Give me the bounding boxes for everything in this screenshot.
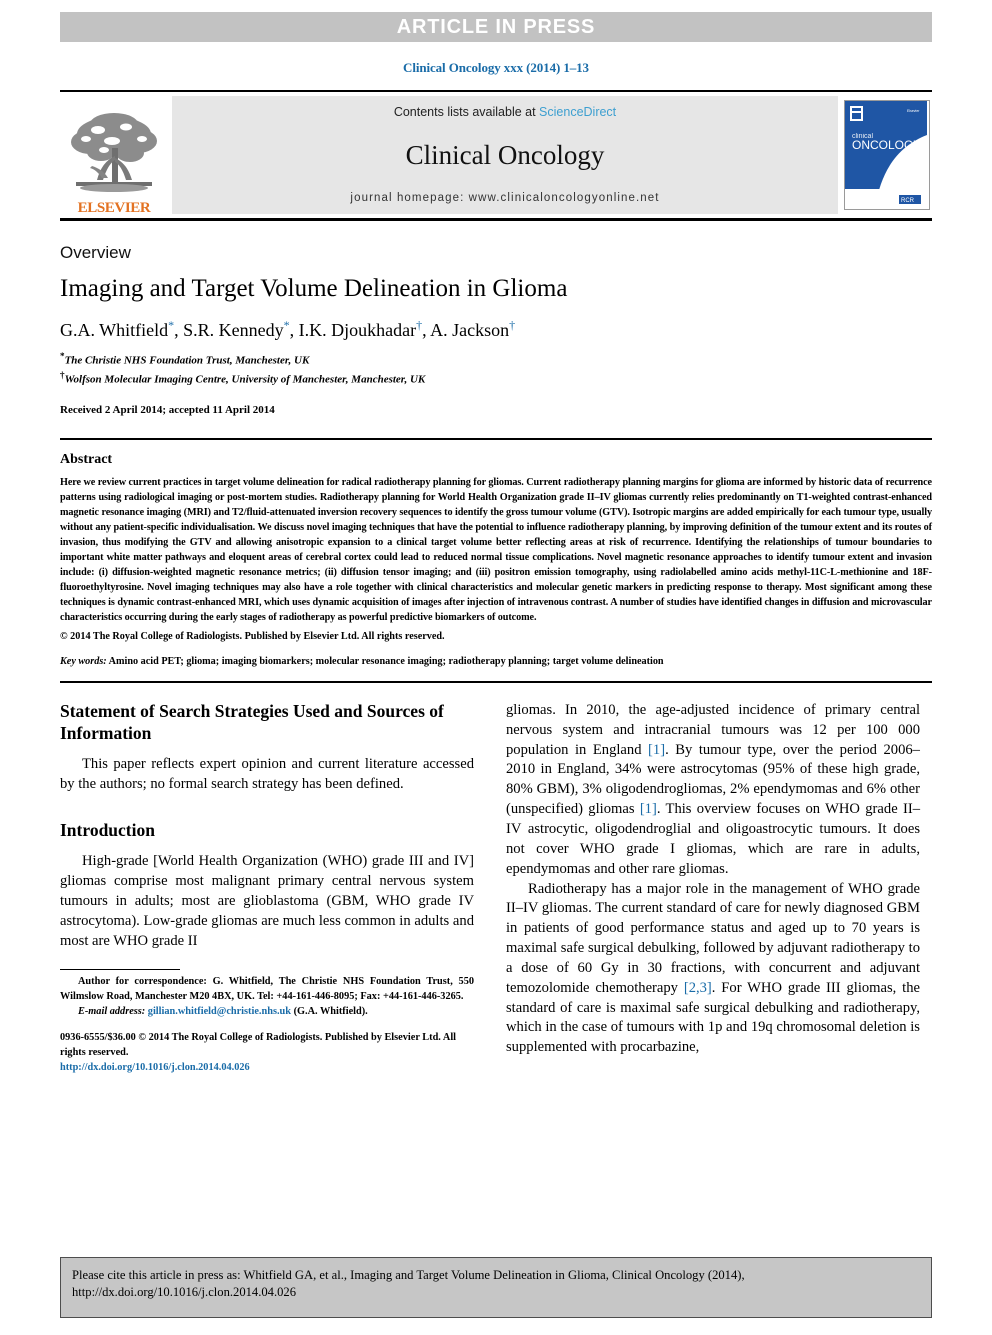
elsevier-wordmark: ELSEVIER	[77, 200, 151, 216]
email-address-label: E-mail address:	[78, 1006, 146, 1018]
citation-reference[interactable]: [1]	[640, 801, 657, 817]
keywords-values: Amino acid PET; glioma; imaging biomarke…	[106, 655, 664, 667]
contents-prefix-text: Contents lists available at	[393, 105, 540, 119]
affiliation-text: Wolfson Molecular Imaging Centre, Univer…	[64, 373, 426, 386]
article-in-press-label: ARTICLE IN PRESS	[396, 15, 596, 38]
svg-text:RCR: RCR	[901, 198, 915, 204]
journal-homepage-link[interactable]: journal homepage: www.clinicaloncologyon…	[350, 192, 659, 204]
affiliation-item: †Wolfson Molecular Imaging Centre, Unive…	[60, 369, 932, 388]
author-separator: ,	[289, 319, 299, 340]
abstract-bottom-divider	[60, 680, 932, 683]
journal-header-panel: Contents lists available at ScienceDirec…	[172, 96, 838, 214]
svg-text:ONCOLOGY: ONCOLOGY	[852, 138, 921, 152]
paragraph-epidemiology: gliomas. In 2010, the age-adjusted incid…	[506, 701, 920, 880]
author-name[interactable]: A. Jackson	[430, 320, 509, 340]
svg-text:Elsevier: Elsevier	[907, 109, 920, 113]
section-heading-introduction: Introduction	[60, 820, 155, 841]
article-body: Overview Imaging and Target Volume Delin…	[60, 243, 932, 1076]
keywords-label: Key words:	[60, 655, 107, 667]
footnote-divider	[60, 969, 180, 971]
author-affiliation-mark: †	[509, 317, 516, 332]
section-heading-search-strategies: Statement of Search Strategies Used and …	[60, 700, 444, 743]
affiliation-text: The Christie NHS Foundation Trust, Manch…	[64, 354, 310, 367]
paragraph-radiotherapy-role: Radiotherapy has a major role in the man…	[506, 880, 920, 1059]
email-owner-text: (G.A. Whitfield).	[293, 1006, 368, 1018]
keywords-line: Key words: Amino acid PET; glioma; imagi…	[60, 656, 932, 667]
paragraph-text-part: Radiotherapy has a major role in the man…	[506, 880, 920, 996]
author-list: G.A. Whitfield*, S.R. Kennedy*, I.K. Djo…	[60, 318, 932, 341]
abstract-top-divider	[60, 438, 932, 441]
journal-cover-art: Elsevier clinical ONCOLOGY RCR	[845, 101, 927, 209]
journal-title: Clinical Oncology	[405, 140, 605, 170]
elsevier-tree-icon	[71, 113, 157, 192]
footnote-email: E-mail address: gillian.whitfield@christ…	[60, 1005, 474, 1020]
author-name[interactable]: I.K. Djoukhadar	[299, 320, 416, 340]
issn-line: 0936-6555/$36.00 © 2014 The Royal Colleg…	[60, 1032, 457, 1059]
author-name[interactable]: S.R. Kennedy	[183, 320, 284, 340]
paragraph-search-strategies: This paper reflects expert opinion and c…	[60, 755, 474, 792]
article-type-label: Overview	[60, 243, 131, 262]
author-name[interactable]: G.A. Whitfield	[60, 320, 168, 340]
journal-reference-line[interactable]: Clinical Oncology xxx (2014) 1–13	[0, 60, 992, 76]
footnote-correspondence-text: Author for correspondence: G. Whitfield,…	[60, 976, 474, 1003]
affiliation-list: *The Christie NHS Foundation Trust, Manc…	[60, 350, 932, 388]
citation-reference[interactable]: [2,3]	[684, 980, 712, 996]
right-column: gliomas. In 2010, the age-adjusted incid…	[506, 701, 920, 1076]
sciencedirect-link[interactable]: ScienceDirect	[539, 105, 616, 119]
footnote-correspondence: Author for correspondence: G. Whitfield,…	[60, 975, 474, 1005]
abstract-heading: Abstract	[60, 452, 113, 468]
abstract-copyright: © 2014 The Royal College of Radiologists…	[60, 630, 445, 642]
received-accepted-dates: Received 2 April 2014; accepted 11 April…	[60, 404, 275, 417]
cite-this-article-text: Please cite this article in press as: Wh…	[72, 1268, 745, 1299]
email-address-link[interactable]: gillian.whitfield@christie.nhs.uk	[148, 1006, 291, 1017]
cite-this-article-box: Please cite this article in press as: Wh…	[60, 1257, 932, 1318]
abstract-text: Here we review current practices in targ…	[60, 477, 932, 623]
left-column: Statement of Search Strategies Used and …	[60, 701, 474, 1076]
journal-cover-thumbnail[interactable]: Elsevier clinical ONCOLOGY RCR	[844, 100, 930, 210]
page-title: Imaging and Target Volume Delineation in…	[60, 275, 568, 302]
paragraph-introduction: High-grade [World Health Organization (W…	[60, 853, 474, 949]
contents-available-line: Contents lists available at ScienceDirec…	[394, 105, 616, 119]
issn-copyright-block: 0936-6555/$36.00 © 2014 The Royal Colleg…	[60, 1031, 474, 1076]
affiliation-item: *The Christie NHS Foundation Trust, Manc…	[60, 350, 932, 369]
author-separator: ,	[174, 319, 184, 340]
article-in-press-banner: ARTICLE IN PRESS	[60, 12, 932, 42]
citation-reference[interactable]: [1]	[648, 742, 665, 758]
elsevier-logo[interactable]: ELSEVIER	[60, 92, 168, 218]
doi-link[interactable]: http://dx.doi.org/10.1016/j.clon.2014.04…	[60, 1061, 474, 1076]
journal-masthead: ELSEVIER Contents lists available at Sci…	[60, 90, 932, 221]
two-column-body: Statement of Search Strategies Used and …	[60, 701, 932, 1076]
author-separator: ,	[422, 319, 431, 340]
